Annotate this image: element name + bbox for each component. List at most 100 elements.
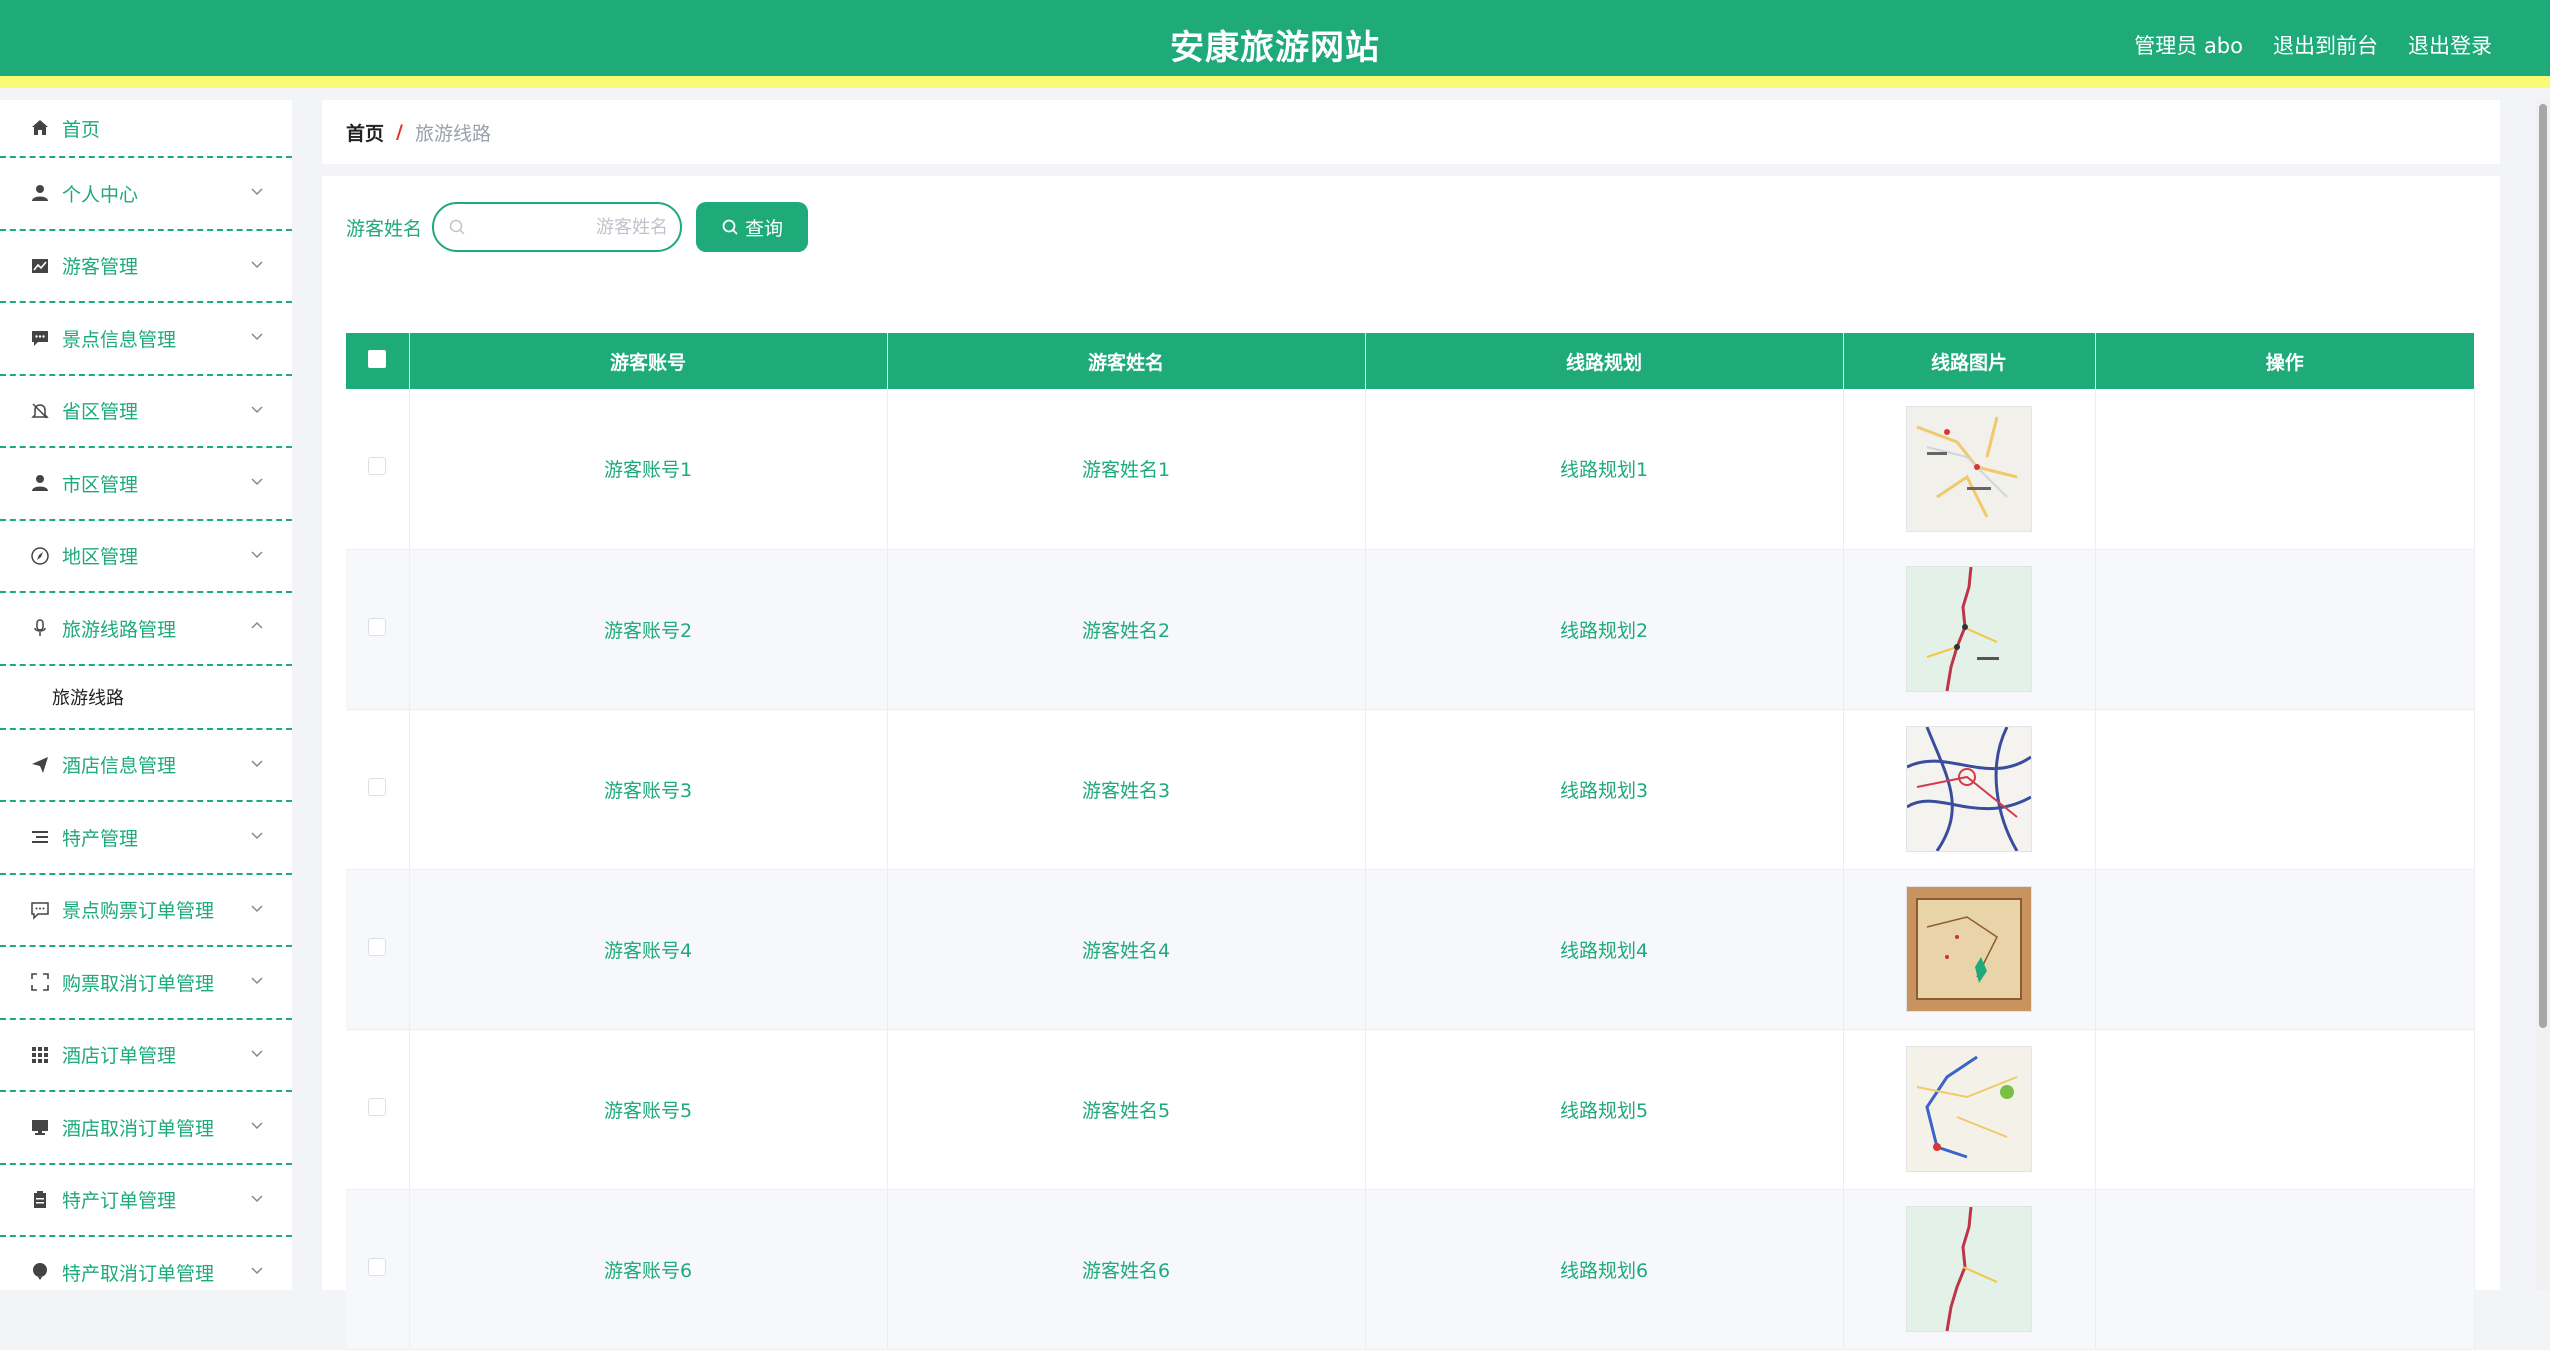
fullscreen-icon — [30, 972, 50, 992]
sidebar-item-label: 酒店取消订单管理 — [62, 1117, 215, 1140]
cell-route: 线路规划2 — [1365, 549, 1844, 710]
chevron-down-icon — [251, 551, 263, 558]
search-bar: 游客姓名 查询 — [346, 202, 809, 252]
admin-user-label[interactable]: 管理员 abo — [2134, 30, 2243, 60]
tourist-name-input[interactable] — [474, 212, 671, 242]
cell-name: 游客姓名3 — [887, 709, 1366, 870]
top-links: 管理员 abo 退出到前台 退出登录 — [2134, 30, 2492, 60]
row-checkbox[interactable] — [368, 777, 387, 796]
sidebar-item-route-management[interactable]: 旅游线路管理 — [0, 593, 292, 666]
breadcrumb: 首页 / 旅游线路 — [322, 100, 2500, 164]
chevron-down-icon — [251, 832, 263, 840]
logout-link[interactable]: 退出登录 — [2408, 30, 2492, 60]
sidebar-item-label: 特产管理 — [62, 827, 139, 850]
sidebar-item-label: 购票取消订单管理 — [62, 972, 215, 995]
sidebar-item-specialty-management[interactable]: 特产管理 — [0, 802, 292, 875]
chevron-down-icon — [251, 1195, 263, 1202]
list-icon — [30, 827, 50, 847]
sidebar-item-region-management[interactable]: 地区管理 — [0, 521, 292, 593]
sidebar-item-label: 酒店信息管理 — [62, 755, 177, 778]
row-checkbox[interactable] — [368, 1097, 387, 1116]
sidebar-item-label: 特产订单管理 — [62, 1190, 177, 1213]
microphone-icon — [30, 618, 50, 638]
sidebar-item-specialty-order-management[interactable]: 特产订单管理 — [0, 1165, 292, 1237]
sidebar-item-specialty-cancel-management[interactable]: 特产取消订单管理 — [0, 1237, 292, 1290]
route-map-image[interactable] — [1906, 726, 2032, 852]
chevron-up-icon — [251, 622, 263, 629]
sidebar-subitem-tour-route[interactable]: 旅游线路 — [0, 666, 292, 730]
sidebar-item-hotel-cancel-management[interactable]: 酒店取消订单管理 — [0, 1092, 292, 1165]
cell-actions — [2095, 549, 2475, 710]
breadcrumb-home[interactable]: 首页 — [346, 119, 384, 146]
table-row: 游客账号1 游客姓名1 线路规划1 — [346, 389, 2475, 550]
sidebar-item-label: 酒店订单管理 — [62, 1045, 177, 1068]
bell-off-icon — [30, 401, 50, 421]
breadcrumb-current: 旅游线路 — [414, 122, 491, 145]
sidebar-item-scenic-info-management[interactable]: 景点信息管理 — [0, 303, 292, 376]
sidebar-item-ticket-cancel-management[interactable]: 购票取消订单管理 — [0, 947, 292, 1020]
cell-account: 游客账号4 — [409, 869, 888, 1030]
route-map-image[interactable] — [1906, 1206, 2032, 1332]
query-button[interactable]: 查询 — [696, 202, 809, 252]
top-header: 安康旅游网站 管理员 abo 退出到前台 退出登录 — [0, 0, 2550, 88]
cell-actions — [2095, 389, 2475, 550]
select-all-checkbox[interactable] — [368, 349, 387, 368]
row-checkbox[interactable] — [368, 617, 387, 636]
sidebar-item-label: 首页 — [62, 118, 101, 141]
sidebar: 首页 个人中心 游客管理 景点信息管理 省区管理 市区管理 地区管理 旅游线路管… — [0, 100, 292, 1290]
search-box — [432, 202, 683, 252]
row-checkbox[interactable] — [368, 1257, 387, 1276]
message-icon — [30, 900, 50, 920]
sidebar-item-personal-center[interactable]: 个人中心 — [0, 158, 292, 231]
chart-icon — [30, 256, 50, 276]
sidebar-item-hotel-info-management[interactable]: 酒店信息管理 — [0, 730, 292, 802]
sidebar-item-label: 市区管理 — [62, 473, 139, 496]
chevron-down-icon — [251, 333, 263, 341]
exit-to-front-link[interactable]: 退出到前台 — [2273, 30, 2378, 60]
sidebar-item-label: 个人中心 — [62, 183, 139, 206]
sidebar-item-city-management[interactable]: 市区管理 — [0, 448, 292, 521]
chevron-down-icon — [251, 760, 263, 767]
search-label: 游客姓名 — [346, 217, 423, 240]
route-map-image[interactable] — [1906, 886, 2032, 1012]
cell-route: 线路规划5 — [1365, 1029, 1844, 1190]
cell-name: 游客姓名4 — [887, 869, 1366, 1030]
cell-name: 游客姓名6 — [887, 1189, 1366, 1350]
table-row: 游客账号2 游客姓名2 线路规划2 — [346, 549, 2475, 710]
cell-name: 游客姓名1 — [887, 389, 1366, 550]
column-header-image: 线路图片 — [1843, 333, 2096, 389]
cell-route: 线路规划6 — [1365, 1189, 1844, 1350]
table-row: 游客账号6 游客姓名6 线路规划6 — [346, 1189, 2475, 1350]
cell-name: 游客姓名5 — [887, 1029, 1366, 1190]
sidebar-item-hotel-order-management[interactable]: 酒店订单管理 — [0, 1020, 292, 1092]
select-all-cell — [346, 333, 410, 389]
chevron-down-icon — [251, 1050, 263, 1057]
sidebar-item-tourist-management[interactable]: 游客管理 — [0, 231, 292, 303]
balloon-icon — [30, 1262, 50, 1282]
send-icon — [30, 755, 50, 775]
sidebar-item-home[interactable]: 首页 — [0, 100, 292, 158]
home-icon — [30, 118, 50, 138]
page-scrollbar[interactable] — [2536, 100, 2550, 1290]
sidebar-item-label: 景点信息管理 — [62, 328, 177, 351]
sidebar-item-label: 省区管理 — [62, 401, 139, 424]
compass-icon — [30, 546, 50, 566]
cell-image — [1843, 709, 2096, 870]
scrollbar-thumb[interactable] — [2539, 104, 2547, 1028]
sidebar-item-label: 景点购票订单管理 — [62, 900, 215, 923]
cell-image — [1843, 1189, 2096, 1350]
user-icon — [30, 473, 50, 493]
sidebar-item-label: 地区管理 — [62, 546, 139, 569]
row-checkbox[interactable] — [368, 937, 387, 956]
sidebar-item-ticket-order-management[interactable]: 景点购票订单管理 — [0, 875, 292, 947]
sidebar-subitem-label: 旅游线路 — [52, 687, 124, 709]
sidebar-item-label: 游客管理 — [62, 256, 139, 279]
chevron-down-icon — [251, 478, 263, 486]
content-card: 游客姓名 查询 游客账号 游客姓名 — [322, 176, 2500, 1350]
route-map-image[interactable] — [1906, 1046, 2032, 1172]
route-map-image[interactable] — [1906, 566, 2032, 692]
sidebar-item-province-management[interactable]: 省区管理 — [0, 376, 292, 448]
chevron-down-icon — [251, 406, 263, 413]
row-checkbox[interactable] — [368, 457, 387, 476]
route-map-image[interactable] — [1906, 405, 2032, 532]
